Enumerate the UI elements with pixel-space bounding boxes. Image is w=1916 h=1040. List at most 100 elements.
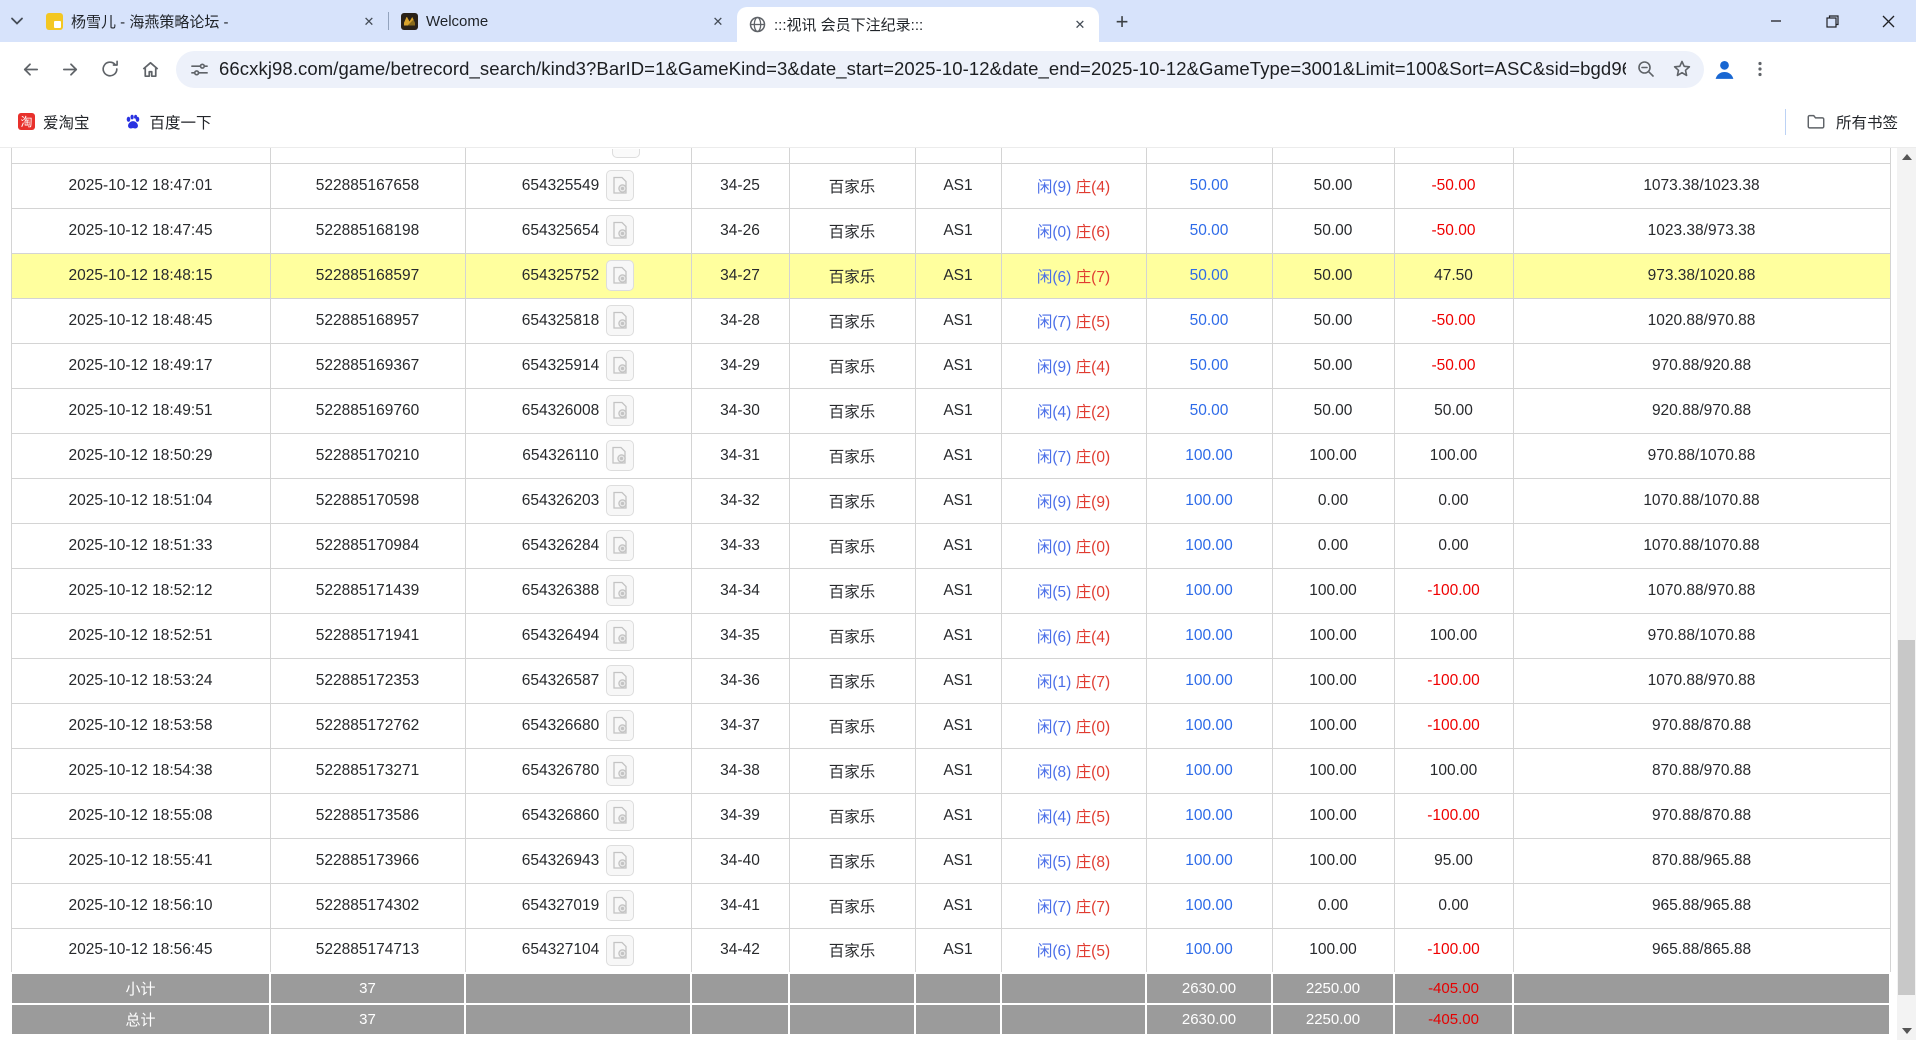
tab-search-chevron-icon[interactable]: [0, 0, 34, 42]
bet-time: 2025-10-12 18:49:17: [11, 343, 270, 388]
balance-before-after: 970.88/1070.88: [1513, 613, 1890, 658]
bookmark-label: 百度一下: [150, 111, 212, 133]
bet-amount: 50.00: [1146, 343, 1272, 388]
video-replay-button[interactable]: [606, 395, 634, 426]
bet-amount: 100.00: [1146, 523, 1272, 568]
round-number: 654326494: [522, 627, 600, 645]
bet-time: 2025-10-12 18:49:51: [11, 388, 270, 433]
order-number: 522885168957: [270, 298, 465, 343]
balance-before-after: 870.88/970.88: [1513, 748, 1890, 793]
win-loss: -50.00: [1394, 163, 1513, 208]
tab-close-icon[interactable]: ✕: [360, 12, 378, 30]
minimize-icon[interactable]: [1748, 0, 1804, 42]
bet-time: 2025-10-12 18:51:04: [11, 478, 270, 523]
video-replay-button[interactable]: [606, 530, 634, 561]
profile-avatar[interactable]: [1712, 57, 1737, 82]
address-bar[interactable]: 66cxkj98.com/game/betrecord_search/kind3…: [176, 51, 1704, 88]
valid-amount: 0.00: [1272, 883, 1394, 928]
video-replay-button[interactable]: [606, 305, 634, 336]
tab-welcome[interactable]: Welcome ✕: [389, 0, 737, 42]
balance-before-after: 1073.38/1023.38: [1513, 163, 1890, 208]
bet-record-row[interactable]: 2025-10-12 18:49:17 522885169367 6543259…: [11, 343, 1890, 388]
valid-amount: 100.00: [1272, 793, 1394, 838]
new-tab-button[interactable]: +: [1107, 7, 1137, 37]
tab-bet-records-active[interactable]: :::视讯 会员下注纪录::: ✕: [737, 7, 1099, 42]
bookmark-star-icon[interactable]: [1672, 59, 1692, 79]
back-icon[interactable]: [10, 49, 50, 89]
all-bookmarks-label[interactable]: 所有书签: [1836, 111, 1898, 133]
win-loss: 100.00: [1394, 433, 1513, 478]
video-replay-button[interactable]: [606, 440, 634, 471]
bet-record-row[interactable]: 2025-10-12 18:50:29 522885170210 6543261…: [11, 433, 1890, 478]
bet-record-row[interactable]: 2025-10-12 18:48:45 522885168957 6543258…: [11, 298, 1890, 343]
zoom-out-icon[interactable]: [1636, 59, 1656, 79]
url-text[interactable]: 66cxkj98.com/game/betrecord_search/kind3…: [219, 58, 1626, 80]
bookmark-taobao[interactable]: 淘 爱淘宝: [18, 111, 90, 133]
tab-title: Welcome: [426, 13, 701, 30]
bookmark-label: 爱淘宝: [43, 111, 90, 133]
video-replay-button[interactable]: [606, 800, 634, 831]
win-loss: 0.00: [1394, 478, 1513, 523]
video-replay-button[interactable]: [606, 575, 634, 606]
account-id: AS1: [915, 613, 1001, 658]
bet-record-row[interactable]: 2025-10-12 18:52:12 522885171439 6543263…: [11, 568, 1890, 613]
tab-close-icon[interactable]: ✕: [709, 12, 727, 30]
valid-amount: 0.00: [1272, 523, 1394, 568]
video-replay-button[interactable]: [606, 350, 634, 381]
bet-record-row[interactable]: 2025-10-12 18:49:51 522885169760 6543260…: [11, 388, 1890, 433]
table-round: 34-39: [691, 793, 789, 838]
bet-record-row[interactable]: 2025-10-12 18:53:58 522885172762 6543266…: [11, 703, 1890, 748]
menu-kebab-icon[interactable]: [1751, 60, 1769, 78]
bet-amount: 100.00: [1146, 568, 1272, 613]
round-number: 654326680: [522, 717, 600, 735]
bookmarks-divider: [1785, 109, 1786, 135]
bookmark-baidu[interactable]: 百度一下: [124, 111, 212, 133]
bet-record-row[interactable]: 2025-10-12 18:54:38 522885173271 6543267…: [11, 748, 1890, 793]
bet-record-row[interactable]: 2025-10-12 18:51:33 522885170984 6543262…: [11, 523, 1890, 568]
video-replay-button[interactable]: [606, 215, 634, 246]
video-replay-button[interactable]: [606, 935, 634, 966]
bet-record-row[interactable]: 2025-10-12 18:55:41 522885173966 6543269…: [11, 838, 1890, 883]
video-replay-button[interactable]: [606, 755, 634, 786]
tab-forum[interactable]: 杨雪儿 - 海燕策略论坛 - ✕: [34, 0, 388, 42]
bet-amount: 100.00: [1146, 703, 1272, 748]
bet-record-row[interactable]: 2025-10-12 18:48:15 522885168597 6543257…: [11, 253, 1890, 298]
close-icon[interactable]: [1860, 0, 1916, 42]
bet-record-row[interactable]: 2025-10-12 18:47:45 522885168198 6543256…: [11, 208, 1890, 253]
vertical-scrollbar[interactable]: [1897, 148, 1916, 1040]
game-type: 百家乐: [789, 163, 915, 208]
video-replay-button[interactable]: [606, 485, 634, 516]
scroll-down-icon[interactable]: [1897, 1022, 1916, 1040]
home-icon[interactable]: [130, 49, 170, 89]
restore-icon[interactable]: [1804, 0, 1860, 42]
table-round: 34-37: [691, 703, 789, 748]
scrollbar-thumb[interactable]: [1898, 640, 1915, 995]
video-replay-button[interactable]: [606, 710, 634, 741]
tab-close-icon[interactable]: ✕: [1071, 16, 1089, 34]
game-type: 百家乐: [789, 658, 915, 703]
bet-record-row[interactable]: 2025-10-12 18:56:10 522885174302 6543270…: [11, 883, 1890, 928]
site-settings-icon[interactable]: [190, 60, 209, 79]
scroll-up-icon[interactable]: [1897, 148, 1916, 166]
bet-detail: 闲(6) 庄(4): [1001, 613, 1146, 658]
game-type: 百家乐: [789, 433, 915, 478]
bet-record-row[interactable]: 2025-10-12 18:52:51 522885171941 6543264…: [11, 613, 1890, 658]
valid-amount: 100.00: [1272, 703, 1394, 748]
valid-amount: 50.00: [1272, 388, 1394, 433]
video-replay-button[interactable]: [606, 890, 634, 921]
win-loss: -100.00: [1394, 658, 1513, 703]
video-replay-button[interactable]: [606, 620, 634, 651]
bet-record-row[interactable]: 2025-10-12 18:56:45 522885174713 6543271…: [11, 928, 1890, 973]
bet-record-row[interactable]: 2025-10-12 18:47:01 522885167658 6543255…: [11, 163, 1890, 208]
bet-record-row[interactable]: 2025-10-12 18:55:08 522885173586 6543268…: [11, 793, 1890, 838]
video-replay-button[interactable]: [606, 845, 634, 876]
bet-record-row[interactable]: 2025-10-12 18:53:24 522885172353 6543265…: [11, 658, 1890, 703]
round-number: 654327104: [522, 941, 600, 959]
video-replay-button[interactable]: [606, 170, 634, 201]
account-id: AS1: [915, 568, 1001, 613]
video-replay-button[interactable]: [606, 260, 634, 291]
forward-icon[interactable]: [50, 49, 90, 89]
reload-icon[interactable]: [90, 49, 130, 89]
video-replay-button[interactable]: [606, 665, 634, 696]
bet-record-row[interactable]: 2025-10-12 18:51:04 522885170598 6543262…: [11, 478, 1890, 523]
